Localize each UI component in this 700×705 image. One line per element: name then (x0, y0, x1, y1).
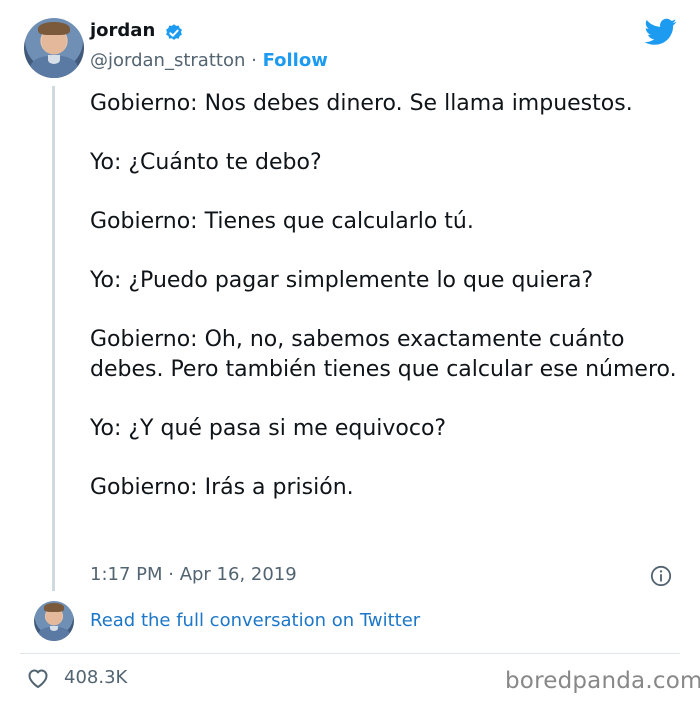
watermark: boredpanda.com (505, 668, 700, 694)
heart-icon[interactable] (26, 667, 50, 689)
author-avatar[interactable] (24, 18, 84, 78)
avatar-hair (43, 603, 65, 613)
author-handle[interactable]: @jordan_stratton (90, 50, 245, 71)
handle-row: @jordan_stratton · Follow (90, 50, 328, 71)
author-name[interactable]: jordan (90, 20, 155, 41)
divider (20, 653, 680, 654)
tweet-body: Gobierno: Nos debes dinero. Se llama imp… (90, 89, 680, 532)
like-count: 408.3K (64, 667, 128, 688)
tweet-paragraph: Gobierno: Tienes que calcularlo tú. (90, 209, 474, 234)
thread-line (52, 86, 55, 591)
info-icon[interactable] (650, 565, 672, 587)
avatar-collar (48, 55, 60, 64)
tweet-paragraph: Gobierno: Oh, no, sabemos exactamente cu… (90, 327, 677, 382)
twitter-bird-icon[interactable] (645, 18, 677, 46)
read-full-conversation-link[interactable]: Read the full conversation on Twitter (90, 610, 420, 631)
verified-badge-icon (166, 24, 182, 40)
tweet-paragraph: Yo: ¿Cuánto te debo? (90, 150, 322, 175)
tweet-paragraph: Gobierno: Irás a prisión. (90, 474, 354, 500)
handle-separator: · (251, 50, 257, 71)
tweet-paragraph: Yo: ¿Puedo pagar simplemente lo que quie… (90, 268, 594, 293)
conversation-avatar (34, 601, 74, 641)
tweet-paragraph: Yo: ¿Y qué pasa si me equivoco? (90, 415, 447, 441)
tweet-paragraph: Gobierno: Nos debes dinero. Se llama imp… (90, 91, 633, 116)
follow-button[interactable]: Follow (263, 50, 328, 71)
tweet-timestamp[interactable]: 1:17 PM · Apr 16, 2019 (90, 564, 297, 585)
avatar-hair (38, 21, 70, 35)
